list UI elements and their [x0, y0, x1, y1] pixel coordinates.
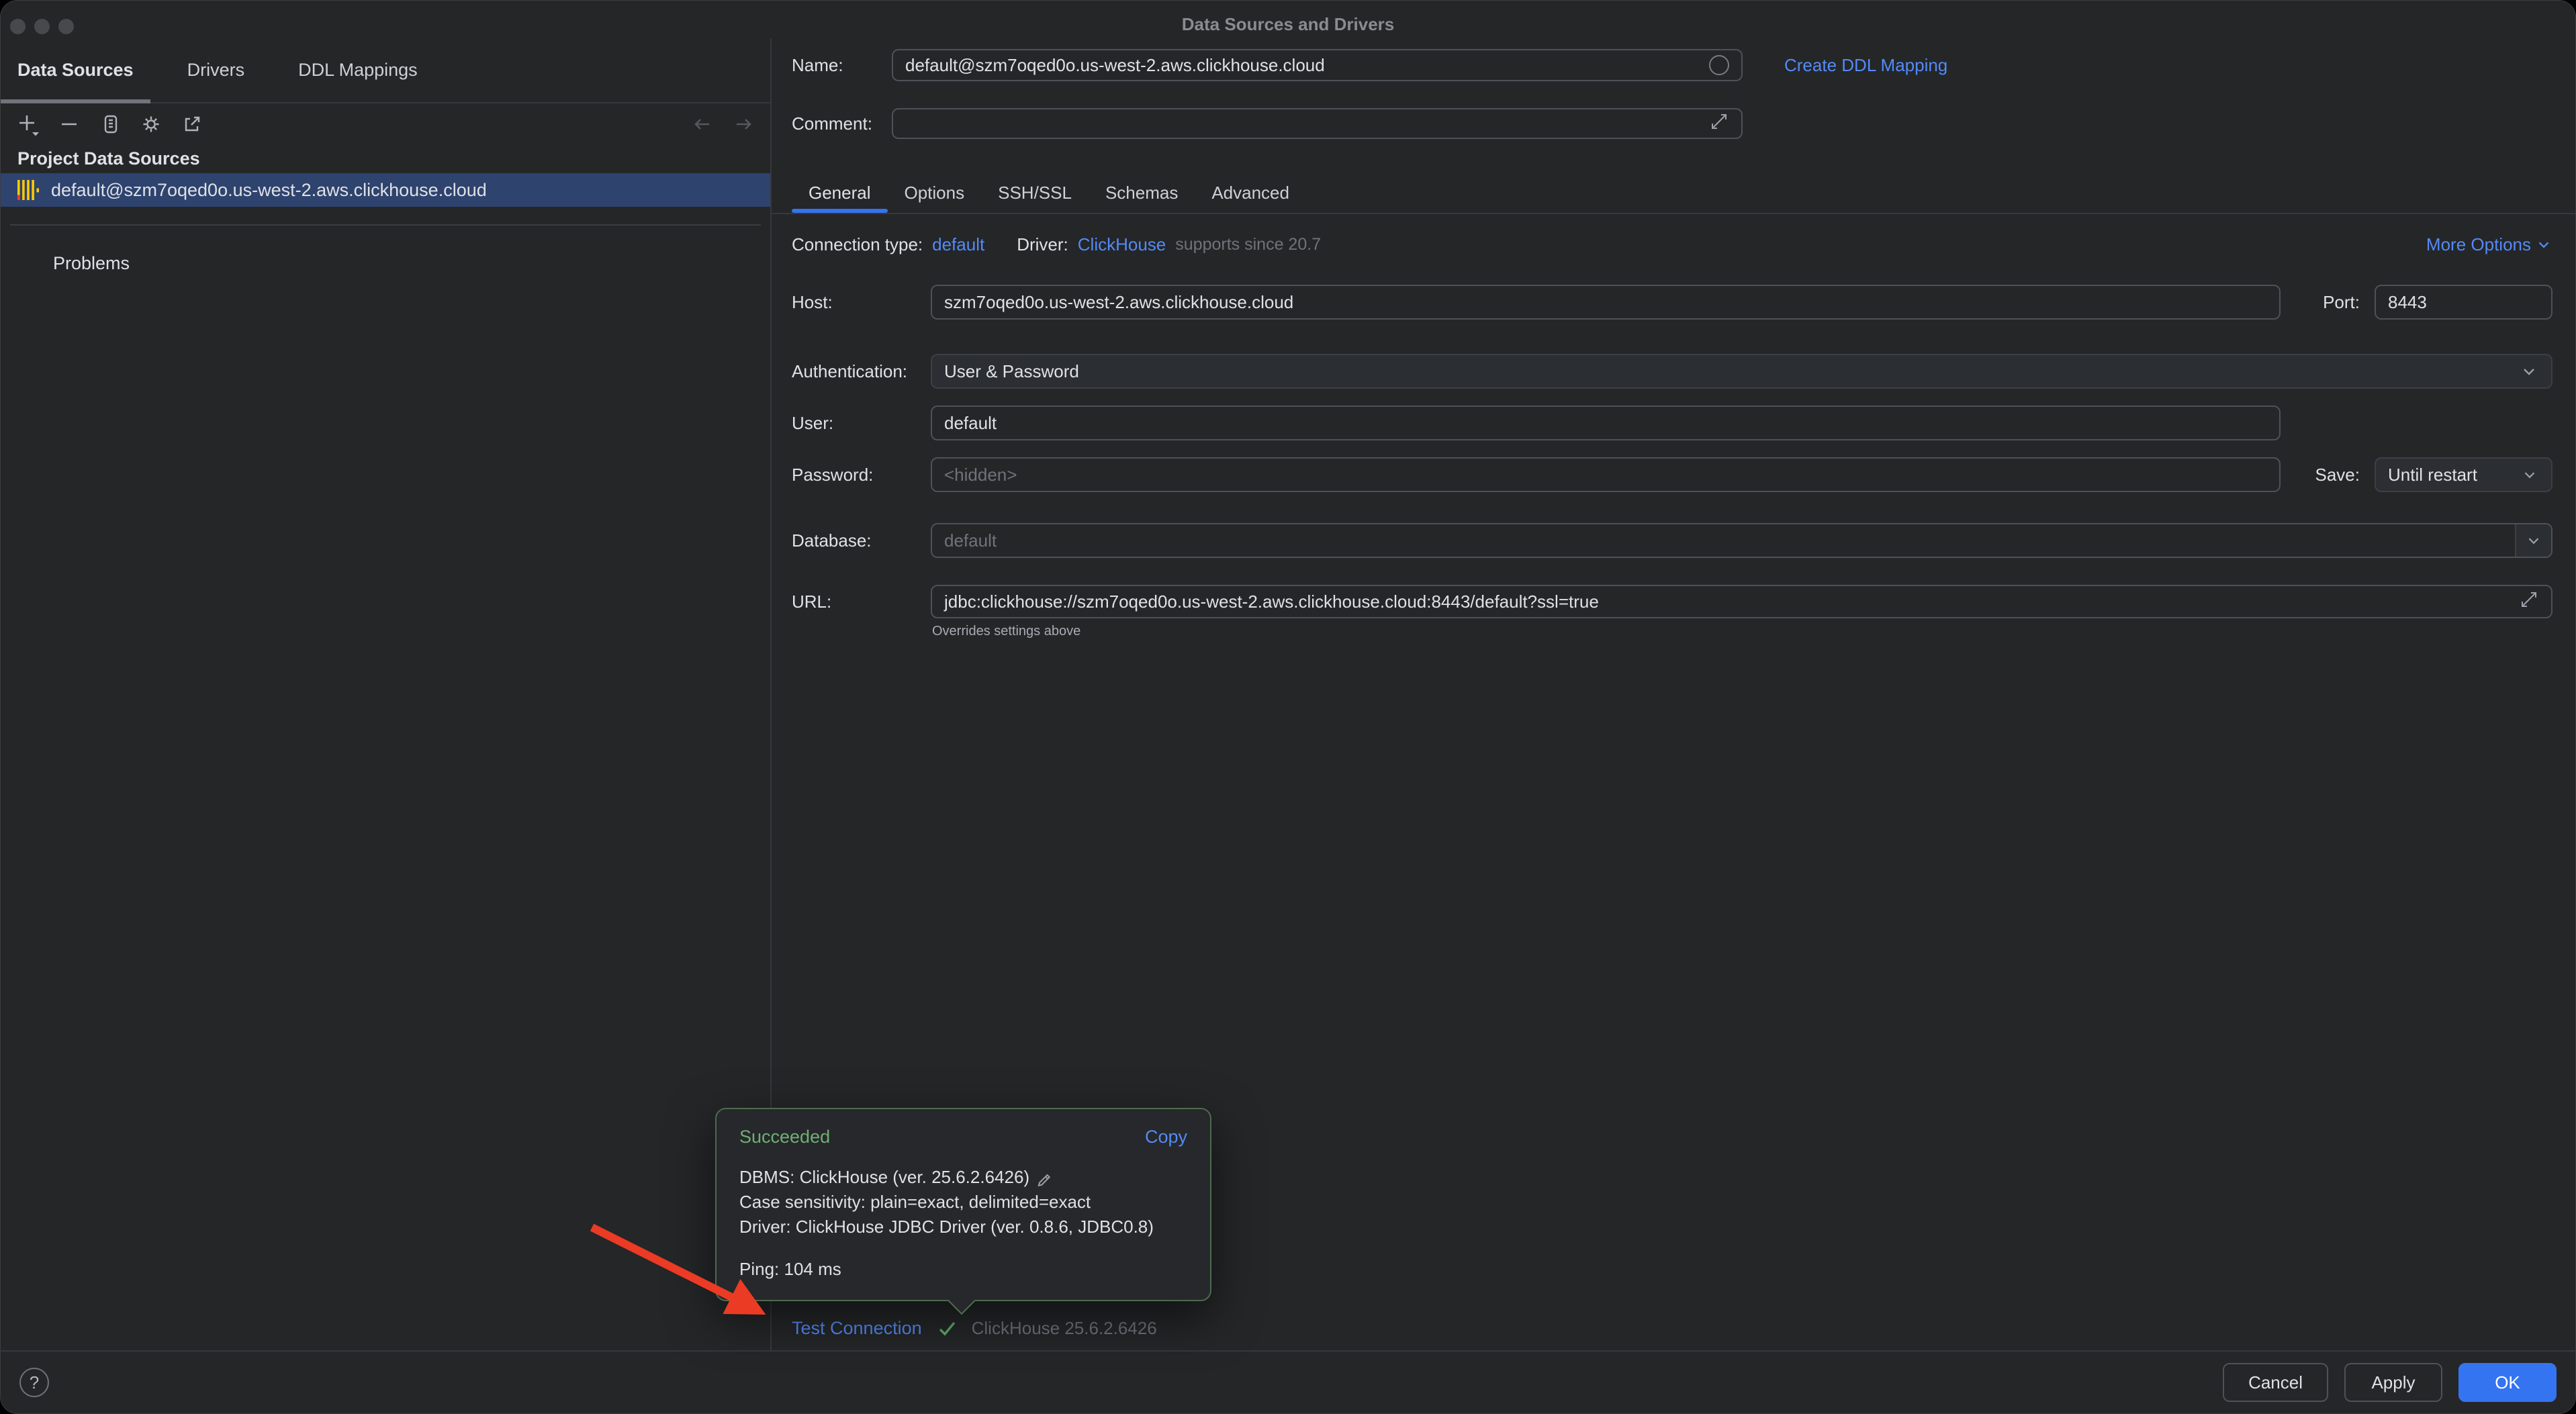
- user-input[interactable]: default: [931, 406, 2281, 440]
- connection-version-text: ClickHouse 25.6.2.6426: [972, 1318, 1157, 1339]
- driver-line: Driver: ClickHouse JDBC Driver (ver. 0.8…: [739, 1215, 1154, 1239]
- authentication-select[interactable]: User & Password: [931, 354, 2552, 389]
- tab-advanced[interactable]: Advanced: [1195, 174, 1306, 211]
- tab-schemas[interactable]: Schemas: [1089, 174, 1195, 211]
- url-input[interactable]: jdbc:clickhouse://szm7oqed0o.us-west-2.a…: [931, 585, 2552, 618]
- help-button[interactable]: ?: [19, 1368, 49, 1397]
- tab-drivers[interactable]: Drivers: [171, 38, 262, 102]
- data-source-list-item-selected[interactable]: default@szm7oqed0o.us-west-2.aws.clickho…: [1, 173, 770, 207]
- url-row: URL: jdbc:clickhouse://szm7oqed0o.us-wes…: [792, 585, 2552, 618]
- title-bar: Data Sources and Drivers: [1, 1, 2575, 38]
- port-input[interactable]: 8443: [2375, 285, 2552, 320]
- password-label: Password:: [792, 465, 931, 485]
- dialog-footer: ? Cancel Apply OK: [1, 1350, 2575, 1413]
- port-label: Port:: [2281, 292, 2375, 313]
- authentication-row: Authentication: User & Password: [792, 354, 2552, 389]
- status-succeeded: Succeeded: [739, 1127, 830, 1147]
- remove-icon[interactable]: [58, 113, 81, 136]
- expand-comment-icon[interactable]: [1709, 111, 1729, 136]
- name-label: Name:: [792, 55, 892, 76]
- back-icon[interactable]: [690, 113, 713, 136]
- tab-ssh-ssl[interactable]: SSH/SSL: [981, 174, 1089, 211]
- database-row: Database: default: [792, 523, 2552, 558]
- ping-line: Ping: 104 ms: [739, 1257, 1187, 1282]
- driver-note: supports since 20.7: [1175, 235, 1321, 254]
- more-options-link[interactable]: More Options: [2426, 234, 2552, 255]
- database-dropdown-button[interactable]: [2515, 524, 2551, 557]
- user-label: User:: [792, 413, 931, 434]
- user-row: User: default: [792, 406, 2552, 440]
- clickhouse-icon: [17, 180, 39, 200]
- apply-button[interactable]: Apply: [2344, 1363, 2442, 1402]
- ok-button[interactable]: OK: [2458, 1363, 2557, 1402]
- connection-type-label: Connection type:: [792, 234, 923, 255]
- duplicate-icon[interactable]: [99, 113, 122, 136]
- settings-gear-icon[interactable]: [140, 113, 163, 136]
- comment-row: Comment:: [792, 108, 2552, 139]
- settings-tab-bar: General Options SSH/SSL Schemas Advanced: [772, 174, 2576, 214]
- test-connection-link[interactable]: Test Connection: [792, 1318, 922, 1339]
- host-row: Host: szm7oqed0o.us-west-2.aws.clickhous…: [792, 285, 2552, 320]
- project-data-sources-header: Project Data Sources: [17, 148, 770, 169]
- tab-general[interactable]: General: [792, 174, 888, 211]
- success-check-icon: [935, 1317, 958, 1339]
- main-area: Data Sources Drivers DDL Mappings: [1, 38, 2575, 1350]
- forward-icon[interactable]: [731, 113, 754, 136]
- minimize-window-button[interactable]: [34, 19, 50, 34]
- left-toolbar: [1, 103, 770, 145]
- name-progress-ring-icon: [1709, 55, 1729, 75]
- left-panel: Data Sources Drivers DDL Mappings: [1, 38, 772, 1350]
- data-source-name: default@szm7oqed0o.us-west-2.aws.clickho…: [51, 180, 487, 201]
- password-input[interactable]: <hidden>: [931, 457, 2281, 492]
- left-tab-bar: Data Sources Drivers DDL Mappings: [1, 38, 770, 103]
- edit-pencil-icon[interactable]: [1035, 1168, 1054, 1187]
- cancel-button[interactable]: Cancel: [2223, 1363, 2328, 1402]
- chevron-down-icon: [2519, 361, 2539, 381]
- tab-ddl-mappings[interactable]: DDL Mappings: [281, 38, 434, 102]
- problems-node[interactable]: Problems: [1, 251, 770, 275]
- tab-data-sources[interactable]: Data Sources: [1, 38, 150, 102]
- case-sensitivity-line: Case sensitivity: plain=exact, delimited…: [739, 1190, 1091, 1215]
- dbms-line: DBMS: ClickHouse (ver. 25.6.2.6426): [739, 1165, 1029, 1190]
- url-label: URL:: [792, 592, 931, 612]
- chevron-down-icon: [2520, 465, 2539, 484]
- expand-url-icon[interactable]: [2519, 590, 2539, 614]
- authentication-label: Authentication:: [792, 361, 931, 382]
- url-note: Overrides settings above: [932, 624, 2552, 639]
- create-ddl-mapping-link[interactable]: Create DDL Mapping: [1784, 55, 1947, 76]
- open-in-new-icon[interactable]: [181, 113, 203, 136]
- test-connection-row: Test Connection ClickHouse 25.6.2.6426: [792, 1311, 1157, 1345]
- driver-label: Driver:: [1017, 234, 1068, 255]
- chevron-down-icon: [2535, 236, 2552, 253]
- chevron-down-icon: [2524, 531, 2543, 550]
- window-title: Data Sources and Drivers: [1, 14, 2575, 35]
- close-window-button[interactable]: [10, 19, 26, 34]
- tree-divider: [10, 224, 761, 226]
- copy-link[interactable]: Copy: [1145, 1127, 1187, 1147]
- host-input[interactable]: szm7oqed0o.us-west-2.aws.clickhouse.clou…: [931, 285, 2281, 320]
- database-label: Database:: [792, 530, 931, 551]
- tab-options[interactable]: Options: [888, 174, 982, 211]
- comment-input[interactable]: [892, 108, 1743, 139]
- database-combobox[interactable]: default: [931, 523, 2552, 558]
- add-icon[interactable]: [17, 113, 40, 136]
- password-row: Password: <hidden> Save: Until restart: [792, 457, 2552, 492]
- driver-value-link[interactable]: ClickHouse: [1078, 234, 1166, 255]
- test-connection-result-popup: Succeeded Copy DBMS: ClickHouse (ver. 25…: [715, 1108, 1211, 1301]
- maximize-window-button[interactable]: [58, 19, 74, 34]
- host-label: Host:: [792, 292, 931, 313]
- connection-type-value-link[interactable]: default: [932, 234, 984, 255]
- name-input[interactable]: default@szm7oqed0o.us-west-2.aws.clickho…: [892, 49, 1743, 81]
- save-select[interactable]: Until restart: [2375, 457, 2552, 492]
- data-sources-dialog: Data Sources and Drivers Data Sources Dr…: [0, 0, 2576, 1414]
- window-controls: [10, 19, 74, 34]
- save-label: Save:: [2281, 465, 2375, 485]
- comment-label: Comment:: [792, 113, 892, 134]
- name-row: Name: default@szm7oqed0o.us-west-2.aws.c…: [792, 49, 2552, 81]
- connection-type-row: Connection type: default Driver: ClickHo…: [792, 233, 2552, 256]
